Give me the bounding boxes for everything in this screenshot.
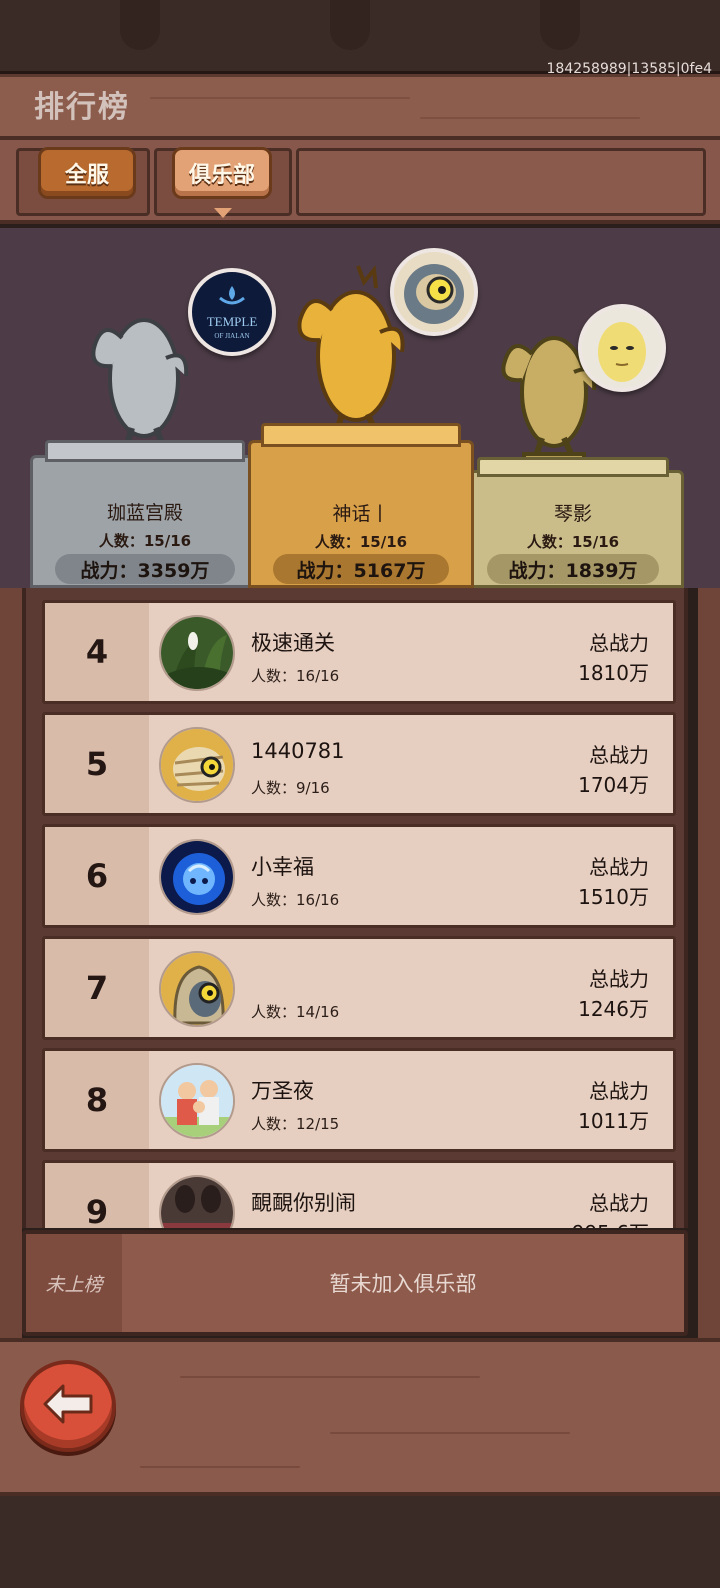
podium-3-name: 琴影 — [553, 503, 592, 525]
tab-club[interactable]: 俱乐部 — [172, 147, 272, 199]
podium-2-name: 珈蓝宫殿 — [106, 502, 183, 524]
total-power-value: 995.6万 — [572, 1217, 649, 1228]
page-title: 排行榜 — [34, 90, 130, 125]
club-name: 1440781 — [251, 739, 345, 763]
podium-rank-2[interactable]: 珈蓝宫殿 人数：15/16 战力：3359万 — [30, 440, 260, 588]
back-arrow-icon — [41, 1382, 95, 1430]
club-avatar — [159, 1063, 235, 1139]
club-emblem-rank-3[interactable] — [578, 304, 666, 392]
club-avatar — [159, 951, 235, 1027]
podium-2-power: 战力：3359万 — [55, 554, 235, 584]
club-avatar — [159, 727, 235, 803]
total-power-value: 1011万 — [578, 1109, 649, 1133]
left-frame-column — [0, 588, 22, 1348]
club-members: 人数：12/15 — [251, 1115, 340, 1133]
club-emblem-rank-2[interactable]: TEMPLE OF JIALAN — [188, 268, 276, 356]
podium-3-power: 战力：1839万 — [487, 554, 659, 584]
podium-3-members: 人数：15/16 — [526, 533, 620, 551]
podium-2-members: 人数：15/16 — [98, 532, 192, 550]
total-power-label: 总战力 — [589, 1079, 649, 1103]
club-name: 极速通关 — [251, 631, 335, 655]
rank-number: 7 — [45, 939, 149, 1037]
total-power-label: 总战力 — [589, 743, 649, 767]
rank-number: 6 — [45, 827, 149, 925]
total-power-label: 总战力 — [589, 631, 649, 655]
my-rank-message: 暂未加入俱乐部 — [329, 1272, 477, 1296]
total-power-value: 1246万 — [578, 997, 649, 1021]
list-item[interactable]: 6 小幸福 人数：16/16 总战力 1510万 — [42, 824, 676, 928]
rank-number: 5 — [45, 715, 149, 813]
bottom-decor-strip — [0, 1496, 720, 1588]
list-item[interactable]: 8 万圣夜 人数：12/15 总战力 1011万 — [42, 1048, 676, 1152]
tab-all-server[interactable]: 全服 — [38, 147, 136, 199]
podium-1-name: 神话丨 — [332, 503, 390, 525]
total-power-label: 总战力 — [589, 967, 649, 991]
club-avatar — [159, 1175, 235, 1228]
club-name: 靦靦你别闹 — [251, 1191, 356, 1215]
podium-rank-1[interactable]: 神话丨 人数：15/16 战力：5167万 — [248, 423, 474, 588]
server-id-label: 184258989|13585|0fe4 — [546, 61, 713, 77]
total-power-label: 总战力 — [589, 855, 649, 879]
club-members: 人数：16/16 — [251, 667, 340, 685]
rank-number: 4 — [45, 603, 149, 701]
club-avatar — [159, 839, 235, 915]
club-name: 万圣夜 — [251, 1079, 314, 1103]
right-frame-column — [698, 588, 720, 1348]
back-button[interactable] — [20, 1360, 116, 1452]
list-item[interactable]: 7 人数：14/16 总战力 1246万 — [42, 936, 676, 1040]
podium-1-power: 战力：5167万 — [273, 554, 449, 584]
club-emblem-rank-1[interactable] — [390, 248, 478, 336]
list-item[interactable]: 4 极速通关 人数：16/16 总战力 1810万 — [42, 600, 676, 704]
rank-number: 8 — [45, 1051, 149, 1149]
total-power-value: 1704万 — [578, 773, 649, 797]
total-power-value: 1810万 — [578, 661, 649, 685]
svg-text:OF JIALAN: OF JIALAN — [214, 332, 249, 340]
club-name: 小幸福 — [251, 855, 314, 879]
list-item[interactable]: 9 靦靦你别闹 总战力 995.6万 — [42, 1160, 676, 1228]
svg-text:TEMPLE: TEMPLE — [207, 314, 258, 329]
ranking-list[interactable]: 4 极速通关 人数：16/16 总战力 1810万 5 1440781 人数：9… — [22, 588, 688, 1228]
my-rank-label: 未上榜 — [26, 1234, 122, 1332]
tab-selected-pointer — [214, 208, 232, 218]
total-power-value: 1510万 — [578, 885, 649, 909]
podium-rank-3[interactable]: 琴影 人数：15/16 战力：1839万 — [462, 457, 684, 588]
my-club-rank-bar: 未上榜 暂未加入俱乐部 — [22, 1230, 688, 1336]
club-members: 人数：14/16 — [251, 1003, 340, 1021]
club-avatar — [159, 615, 235, 691]
total-power-label: 总战力 — [589, 1191, 649, 1215]
rank-number: 9 — [45, 1163, 149, 1228]
club-members: 人数：9/16 — [251, 779, 330, 797]
podium-1-members: 人数：15/16 — [314, 533, 408, 551]
club-members: 人数：16/16 — [251, 891, 340, 909]
list-item[interactable]: 5 1440781 人数：9/16 总战力 1704万 — [42, 712, 676, 816]
